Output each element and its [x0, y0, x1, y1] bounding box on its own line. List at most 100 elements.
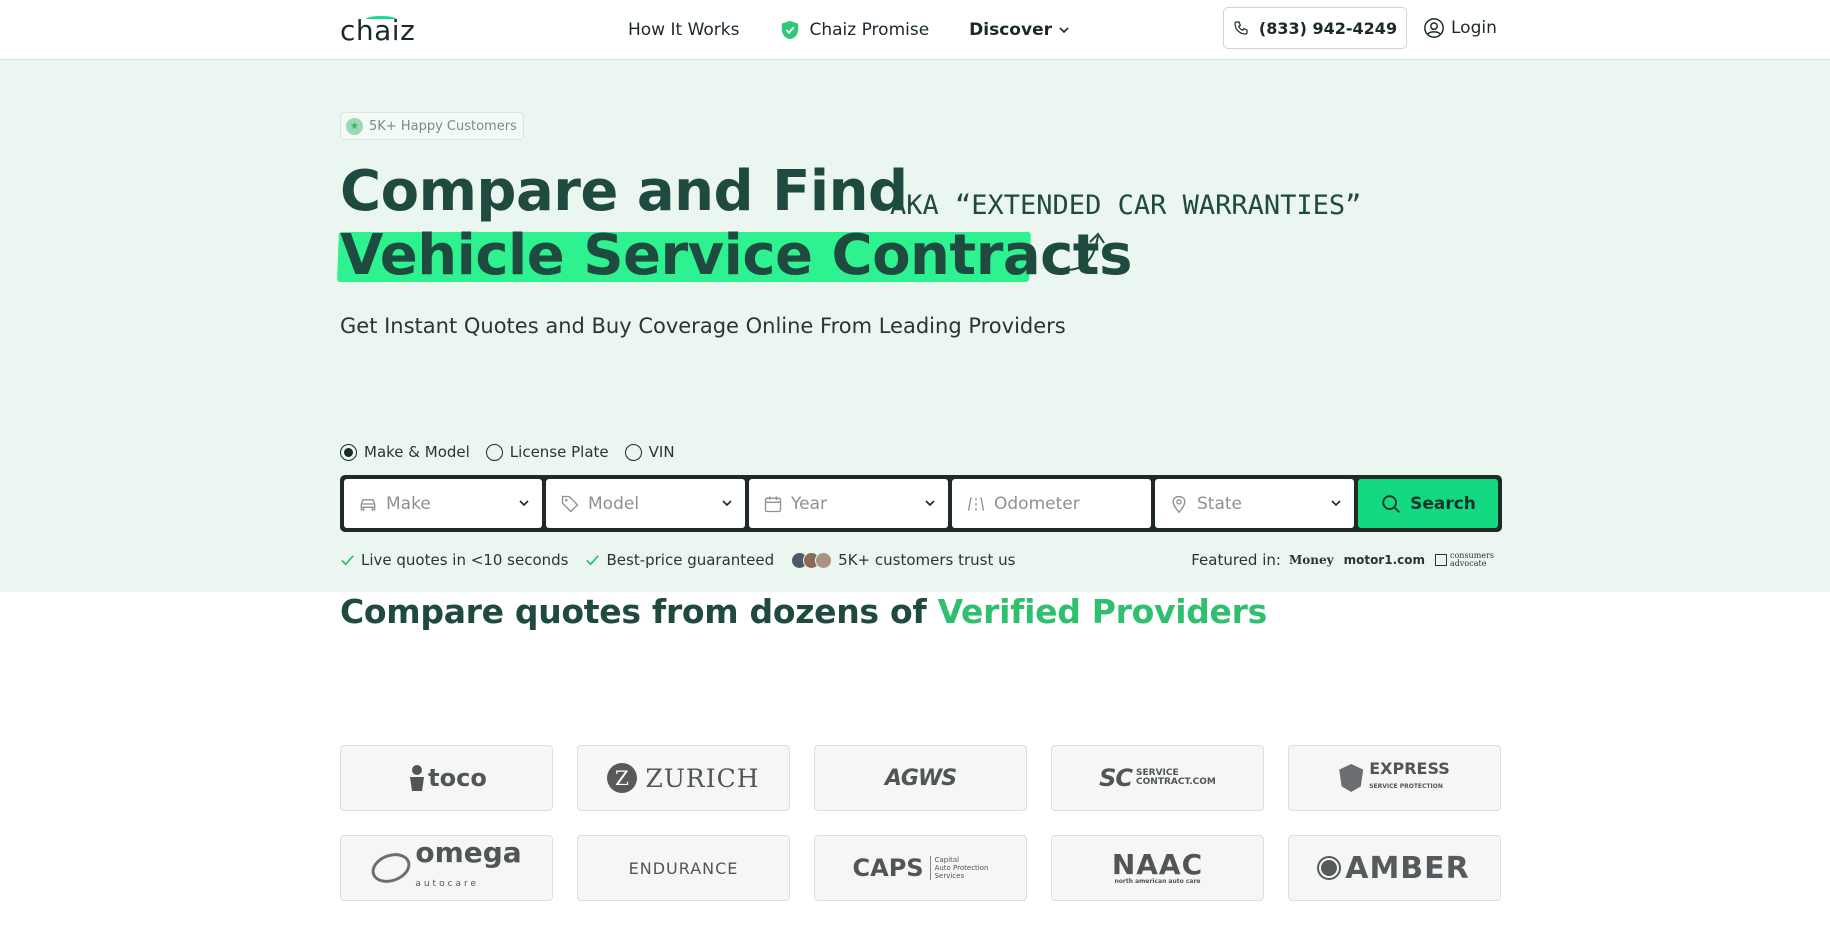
title-prefix: Compare quotes from dozens of [340, 592, 938, 631]
endurance-logo: ENDURANCE [628, 858, 739, 878]
money-logo: Money [1288, 553, 1334, 567]
naac-logo: NAAC north american auto care [1112, 850, 1203, 885]
caps-mark: CAPS [852, 854, 924, 882]
nav-label: Discover [969, 20, 1052, 40]
checkbox-icon [1435, 554, 1447, 566]
radio-dot [340, 443, 357, 461]
consumers-advocate-text: consumers advocate [1450, 551, 1494, 568]
mascot-icon [410, 765, 425, 791]
toco-logo: toco [406, 763, 487, 793]
check-icon [586, 554, 600, 565]
chaiz-logo[interactable]: chaiz [340, 14, 415, 47]
odometer-input[interactable]: Odometer [952, 479, 1151, 528]
nav-discover[interactable]: Discover [969, 20, 1070, 40]
shield-icon [1339, 764, 1364, 792]
hero-section: ★ 5K+ Happy Customers Compare and Find V… [0, 60, 1830, 592]
search-button[interactable]: Search [1358, 479, 1498, 528]
providers-title: Compare quotes from dozens of Verified P… [340, 592, 1502, 631]
make-placeholder: Make [386, 493, 431, 514]
nav-chaiz-promise[interactable]: Chaiz Promise [779, 19, 929, 41]
express-text: EXPRESS SERVICE PROTECTION [1369, 759, 1450, 794]
provider-card-endurance[interactable]: ENDURANCE [577, 835, 790, 901]
user-circle-icon [1424, 18, 1444, 38]
express-name: EXPRESS [1369, 759, 1450, 778]
servicecontract-logo: SC SERVICE CONTRACT.COM [1099, 763, 1216, 792]
provider-card-servicecontract[interactable]: SC SERVICE CONTRACT.COM [1051, 745, 1264, 811]
star-icon: ★ [346, 117, 363, 135]
shield-check-icon [782, 20, 799, 40]
provider-card-naac[interactable]: NAAC north american auto care [1051, 835, 1264, 901]
nav-how-it-works[interactable]: How It Works [628, 20, 739, 40]
caps-t3: Services [934, 872, 965, 880]
amber-text: AMBER [1345, 850, 1470, 886]
happy-customers-badge: ★ 5K+ Happy Customers [340, 112, 524, 140]
hero-title-line2: Vehicle Service Contracts [340, 223, 1132, 288]
road-icon [967, 496, 985, 511]
provider-card-omega[interactable]: omega autocare [340, 835, 553, 901]
login-link[interactable]: Login [1423, 17, 1497, 39]
radio-vin[interactable]: VIN [624, 443, 675, 461]
provider-card-amber[interactable]: AMBER [1288, 835, 1501, 901]
aka-annotation: AKA “EXTENDED CAR WARRANTIES” [890, 190, 1362, 221]
logo-swoosh [366, 15, 396, 22]
omega-sub: autocare [415, 878, 480, 889]
year-select[interactable]: Year [749, 479, 948, 528]
perk-label: Best-price guaranteed [606, 551, 775, 569]
provider-card-toco[interactable]: toco [340, 745, 553, 811]
chevron-down-icon [1331, 500, 1341, 507]
phone-number: (833) 942-4249 [1258, 18, 1398, 38]
provider-card-express[interactable]: EXPRESS SERVICE PROTECTION [1288, 745, 1501, 811]
phone-icon [1234, 21, 1248, 35]
providers-section: Compare quotes from dozens of Verified P… [340, 592, 1502, 901]
hero-title-line2-wrap: Vehicle Service Contracts [337, 223, 1132, 288]
odometer-placeholder: Odometer [994, 493, 1080, 514]
avatar [815, 551, 833, 569]
chevron-down-icon [1059, 27, 1069, 34]
vehicle-search-bar: Make Model Year Odometer State Search [340, 475, 1502, 532]
search-icon [1382, 494, 1400, 513]
make-select[interactable]: Make [344, 479, 542, 528]
radio-dot [624, 443, 642, 461]
chevron-down-icon [925, 500, 935, 507]
omega-name: omega [415, 835, 522, 869]
consumers-advocate-logo: consumers advocate [1435, 552, 1502, 568]
motor1-logo: motor1.com [1343, 553, 1425, 567]
curved-arrow-icon [1065, 232, 1105, 271]
phone-button[interactable]: (833) 942-4249 [1223, 7, 1407, 49]
perk-best-price: Best-price guaranteed [585, 551, 774, 569]
hero-title-line1: Compare and Find [340, 159, 908, 224]
perks-row: Live quotes in <10 seconds Best-price gu… [340, 551, 1032, 569]
express-tagline: SERVICE PROTECTION [1369, 783, 1443, 790]
model-placeholder: Model [588, 493, 640, 514]
radio-label: Make & Model [364, 443, 470, 461]
login-label: Login [1451, 18, 1497, 38]
car-icon [360, 498, 376, 510]
featured-label: Featured in: [1191, 551, 1281, 569]
zurich-text: ZURICH [645, 763, 760, 793]
express-logo: EXPRESS SERVICE PROTECTION [1339, 759, 1450, 794]
sc-mark: SC [1099, 763, 1133, 792]
site-header: chaiz How It Works Chaiz Promise Discove… [0, 0, 1830, 60]
featured-in: Featured in: Money motor1.com consumers … [1191, 551, 1502, 569]
badge-label: 5K+ Happy Customers [369, 118, 517, 134]
hero-subtitle: Get Instant Quotes and Buy Coverage Onli… [340, 314, 1066, 338]
sc-line2: CONTRACT.COM [1136, 777, 1216, 787]
search-mode-radios: Make & Model License Plate VIN [340, 443, 691, 461]
tag-icon [561, 495, 579, 512]
naac-sub: north american auto care [1114, 877, 1201, 885]
nav-label: Chaiz Promise [809, 20, 930, 40]
perk-label: Live quotes in <10 seconds [361, 551, 569, 569]
caps-t2: Auto Protection [934, 864, 989, 872]
state-select[interactable]: State [1155, 479, 1354, 528]
chevron-down-icon [722, 500, 732, 507]
perk-live-quotes: Live quotes in <10 seconds [340, 551, 568, 569]
radio-make-model[interactable]: Make & Model [340, 443, 470, 461]
model-select[interactable]: Model [546, 479, 745, 528]
customer-avatars [791, 551, 833, 569]
nav-label: How It Works [628, 20, 740, 40]
provider-card-caps[interactable]: CAPS Capital Auto Protection Services [814, 835, 1027, 901]
amber-dot-icon [1319, 858, 1340, 878]
provider-card-zurich[interactable]: Z ZURICH [577, 745, 790, 811]
provider-card-agws[interactable]: AGWS [814, 745, 1027, 811]
radio-license-plate[interactable]: License Plate [485, 443, 609, 461]
